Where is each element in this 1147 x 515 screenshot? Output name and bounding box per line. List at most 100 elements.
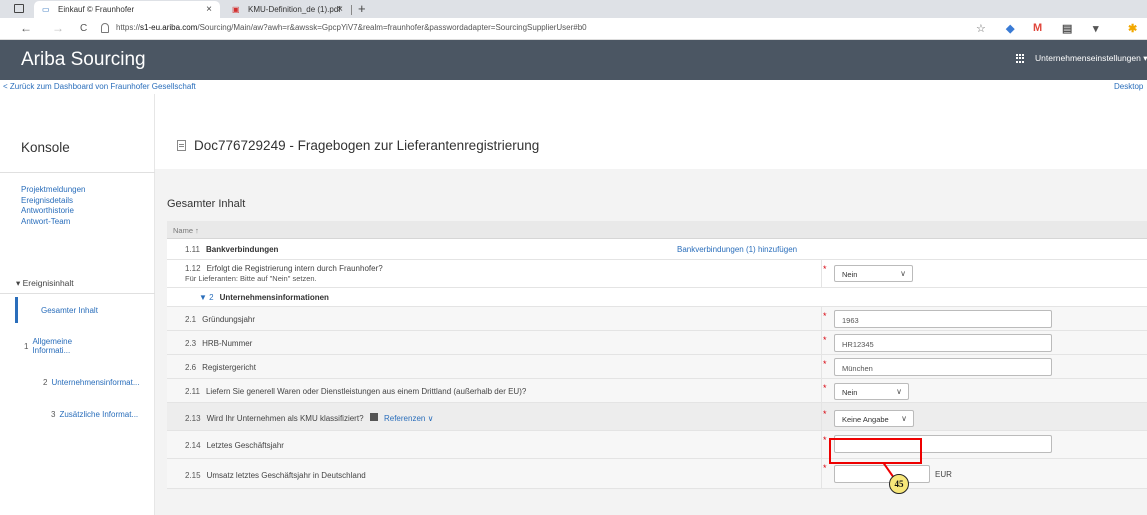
reload-icon[interactable]: C (80, 23, 87, 34)
dropdown-sme-classification[interactable]: Keine Angabe ∨ (834, 410, 914, 427)
desktop-link[interactable]: Desktop (1114, 82, 1143, 91)
sidebar-item-allgemeine[interactable]: 1 Allgemeine Informati... (24, 337, 80, 355)
lock-icon[interactable] (101, 23, 109, 33)
new-tab-button[interactable]: + (358, 1, 366, 16)
input-revenue-germany[interactable] (834, 465, 930, 483)
required-marker: * (823, 463, 827, 473)
sidebar-item-label: Zusätzliche Informat... (59, 410, 139, 419)
row-label: 2.15 Umsatz letztes Geschäftsjahr in Deut… (185, 471, 366, 480)
link-ereignisdetails[interactable]: Ereignisdetails (21, 196, 85, 207)
back-bar: < Zurück zum Dashboard von Fraunhofer Ge… (0, 80, 1147, 94)
divider (0, 172, 155, 173)
doc-title-row: Doc776729249 - Fragebogen zur Lieferante… (155, 133, 1147, 159)
ariba-favicon-icon: ▭ (42, 4, 50, 14)
row-label: 2.11 Liefern Sie generell Waren oder Dien… (185, 387, 527, 396)
sidebar-item-gesamter-inhalt[interactable]: Gesamter Inhalt (41, 306, 98, 315)
page-title: Doc776729249 - Fragebogen zur Lieferante… (194, 138, 540, 153)
section-title: Gesamter Inhalt (167, 198, 246, 210)
document-icon (177, 140, 186, 151)
sidebar-title: Konsole (21, 140, 70, 155)
row-label: 2.13 Wird Ihr Unternehmen als KMU klassif… (185, 413, 434, 423)
chevron-down-icon: ∨ (427, 414, 434, 423)
extension-icon[interactable]: ▤ (1062, 22, 1072, 35)
input-register-court[interactable]: München (834, 358, 1052, 376)
close-tab-icon[interactable]: × (206, 4, 212, 15)
sidebar-item-zusaetzliche[interactable]: 3 Zusätzliche Informat... (51, 410, 138, 419)
answer-cell: * Keine Angabe ∨ (821, 403, 1147, 430)
row-label: 2.3 HRB-Nummer (185, 339, 253, 348)
url-prefix: https:// (116, 23, 141, 32)
table-row: 2.11 Liefern Sie generell Waren oder Dien… (167, 379, 1147, 403)
sidebar-item-number: 3 (51, 410, 56, 419)
input-founding-year[interactable]: 1963 (834, 310, 1052, 328)
dropdown-registration-internal[interactable]: Nein ∨ (834, 265, 913, 282)
add-bank-account-link[interactable]: Bankverbindungen (1) hinzufügen (677, 245, 797, 254)
app-title: Ariba Sourcing (21, 49, 146, 70)
sidebar-item-label: Gesamter Inhalt (41, 306, 98, 315)
table-row-section[interactable]: ▼ 2 Unternehmensinformationen (167, 288, 1147, 307)
answer-cell: * Nein ∨ (821, 379, 1147, 402)
row-label: 2.6 Registergericht (185, 363, 256, 372)
table-row: 2.6 Registergericht * München (167, 355, 1147, 379)
callout-badge: 45 (889, 474, 909, 494)
company-settings-menu[interactable]: Unternehmenseinstellungen ▾ (1035, 53, 1147, 64)
table-row: 2.13 Wird Ihr Unternehmen als KMU klassif… (167, 403, 1147, 431)
tab-einkauf[interactable]: ▭ Einkauf © Fraunhofer × (34, 1, 220, 18)
row-label: 2.1 Gründungsjahr (185, 315, 256, 324)
sidebar-item-number: 2 (43, 378, 48, 387)
answer-cell: * München (821, 355, 1147, 378)
extension-shield-icon[interactable]: ◆ (1006, 22, 1014, 35)
column-header-name[interactable]: Name ↑ (173, 226, 199, 235)
sidebar: Konsole Projektmeldungen Ereignisdetails… (0, 94, 155, 515)
required-marker: * (823, 383, 827, 393)
url-field[interactable]: https://s1-eu.ariba.com/Sourcing/Main/aw… (116, 23, 587, 32)
back-arrow-icon[interactable]: ← (20, 21, 32, 35)
console-links: Projektmeldungen Ereignisdetails Antwort… (21, 185, 85, 227)
tab-title: Einkauf © Fraunhofer (58, 5, 135, 14)
info-icon[interactable] (369, 413, 378, 421)
row-label: 2.14 Letztes Geschäftsjahr (185, 441, 284, 450)
chevron-down-icon: ∨ (900, 269, 906, 278)
currency-unit: EUR (935, 470, 952, 479)
link-projektmeldungen[interactable]: Projektmeldungen (21, 185, 85, 196)
answer-cell: * Nein ∨ (821, 260, 1147, 287)
tab-pdf[interactable]: ▣ KMU-Definition_de (1).pdf × (226, 1, 351, 18)
link-antwort-team[interactable]: Antwort-Team (21, 217, 85, 228)
table-row: 1.12 Erfolgt die Registrierung intern dur… (167, 260, 1147, 288)
forward-arrow-icon[interactable]: → (52, 21, 64, 35)
required-marker: * (823, 435, 827, 445)
event-content-toggle[interactable]: ▾ Ereignisinhalt (16, 278, 74, 289)
extension-star-icon[interactable]: ✱ (1128, 22, 1137, 35)
required-marker: * (823, 311, 827, 321)
answer-cell: * HR12345 (821, 331, 1147, 354)
references-link[interactable]: Referenzen ∨ (384, 414, 433, 423)
required-marker: * (823, 335, 827, 345)
sidebar-item-number: 1 (24, 341, 29, 351)
input-hrb-number[interactable]: HR12345 (834, 334, 1052, 352)
close-tab-icon[interactable]: × (337, 4, 343, 15)
link-antworthistorie[interactable]: Antworthistorie (21, 206, 85, 217)
table-row: 2.15 Umsatz letztes Geschäftsjahr in Deut… (167, 459, 1147, 489)
app-grid-icon[interactable] (1016, 54, 1025, 63)
read-aloud-icon[interactable]: ☆ (976, 22, 986, 35)
sidebar-item-label: Allgemeine Informati... (32, 337, 73, 355)
table-row: 2.3 HRB-Nummer * HR12345 (167, 331, 1147, 355)
required-marker: * (823, 359, 827, 369)
highlight-box (829, 438, 922, 464)
url-host: s1-eu.ariba.com (140, 23, 198, 32)
table-header: Name ↑ (167, 221, 1147, 239)
questionnaire-table: Name ↑ 1.11 Bankverbindungen Bankverbindu… (167, 221, 1147, 489)
back-to-dashboard-link[interactable]: < Zurück zum Dashboard von Fraunhofer Ge… (3, 82, 196, 91)
required-marker: * (823, 264, 827, 274)
window-menu-icon[interactable] (14, 4, 24, 13)
dropdown-third-country[interactable]: Nein ∨ (834, 383, 909, 400)
gmail-extension-icon[interactable]: M (1033, 22, 1042, 34)
pdf-icon: ▣ (232, 4, 240, 14)
chevron-down-icon: ∨ (901, 414, 907, 423)
shield-icon[interactable]: ▾ (1093, 22, 1099, 35)
app-header: Ariba Sourcing Unternehmenseinstellungen… (0, 40, 1147, 80)
chevron-down-icon: ∨ (896, 387, 902, 396)
sidebar-item-unternehmensinfo[interactable]: 2 Unternehmensinformat... (43, 378, 140, 387)
active-indicator (15, 297, 18, 323)
tab-title: KMU-Definition_de (1).pdf (248, 5, 341, 14)
